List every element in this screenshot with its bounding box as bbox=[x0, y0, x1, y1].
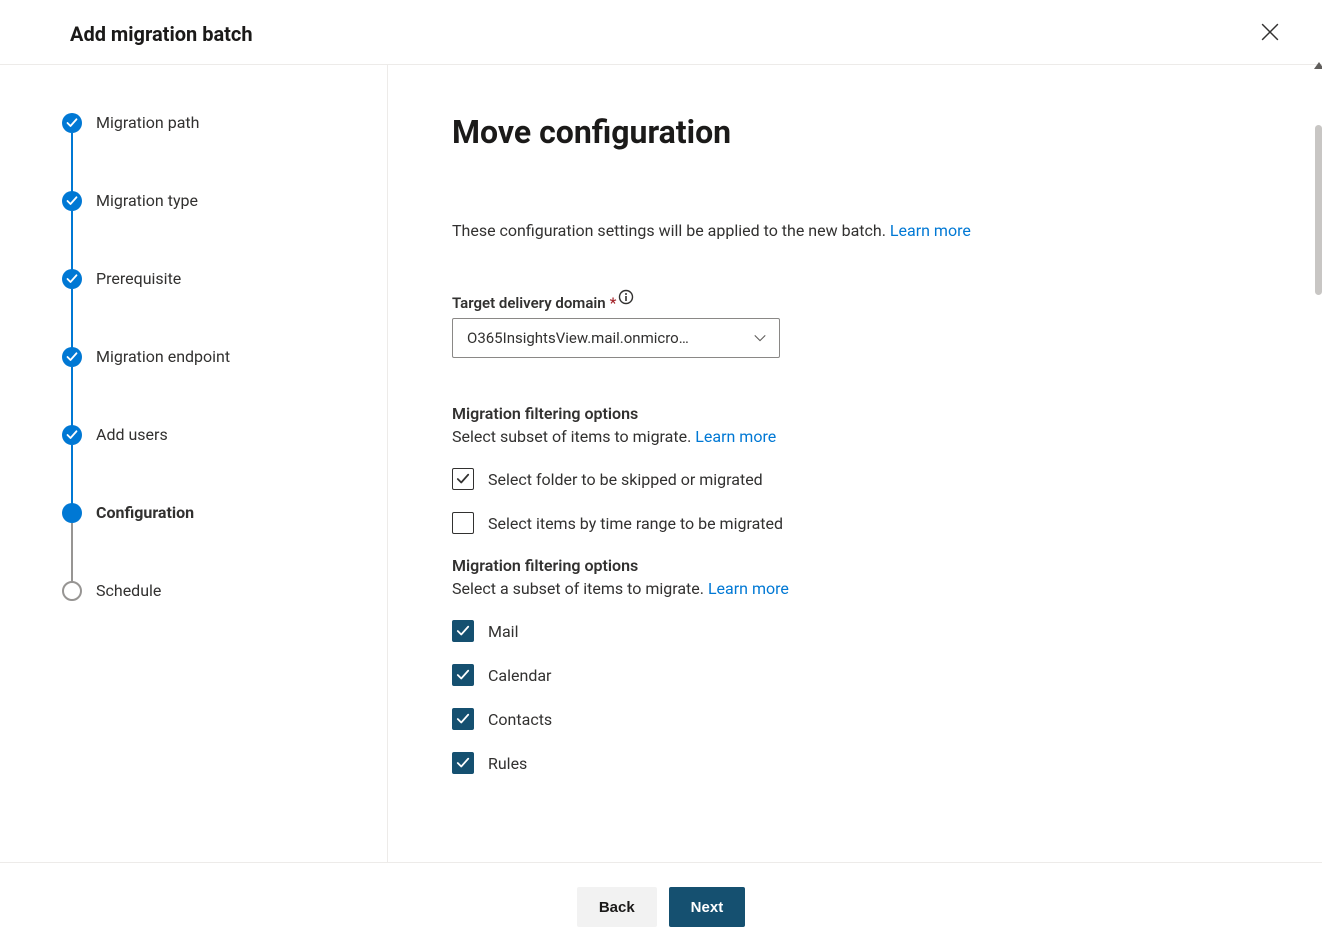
wizard-step-migration-endpoint[interactable]: Migration endpoint bbox=[62, 347, 387, 425]
wizard-step-label: Migration endpoint bbox=[96, 347, 230, 366]
checkbox-calendar[interactable]: Calendar bbox=[452, 664, 1262, 686]
checkbox-label: Select folder to be skipped or migrated bbox=[488, 470, 763, 489]
learn-more-link[interactable]: Learn more bbox=[890, 221, 971, 240]
check-icon bbox=[62, 113, 82, 133]
checkbox-select-folder[interactable]: Select folder to be skipped or migrated bbox=[452, 468, 1262, 490]
checkbox-label: Contacts bbox=[488, 710, 552, 729]
checkbox-icon bbox=[452, 752, 474, 774]
checkbox-icon bbox=[452, 664, 474, 686]
close-icon bbox=[1261, 23, 1279, 41]
intro-text: These configuration settings will be app… bbox=[452, 221, 1262, 240]
required-asterisk: * bbox=[610, 294, 617, 312]
checkbox-label: Select items by time range to be migrate… bbox=[488, 514, 783, 533]
filtering-options-subtitle-2: Select a subset of items to migrate. Lea… bbox=[452, 579, 1262, 598]
check-icon bbox=[62, 269, 82, 289]
panel-title: Add migration batch bbox=[70, 22, 253, 46]
checkbox-icon bbox=[452, 708, 474, 730]
checkbox-icon bbox=[452, 620, 474, 642]
chevron-down-icon bbox=[753, 331, 767, 345]
filtering-options-subtitle: Select subset of items to migrate. Learn… bbox=[452, 427, 1262, 446]
learn-more-link[interactable]: Learn more bbox=[695, 427, 776, 446]
checkbox-mail[interactable]: Mail bbox=[452, 620, 1262, 642]
wizard-step-label: Migration type bbox=[96, 191, 198, 210]
check-icon bbox=[62, 425, 82, 445]
filtering-options-title: Migration filtering options bbox=[452, 404, 1262, 423]
learn-more-link[interactable]: Learn more bbox=[708, 579, 789, 598]
wizard-sidebar: Migration path Migration type Prerequisi… bbox=[0, 65, 388, 862]
target-domain-dropdown[interactable]: O365InsightsView.mail.onmicro… bbox=[452, 318, 780, 358]
wizard-step-label: Schedule bbox=[96, 581, 161, 600]
filtering-options-title-2: Migration filtering options bbox=[452, 556, 1262, 575]
check-icon bbox=[62, 347, 82, 367]
wizard-step-schedule[interactable]: Schedule bbox=[62, 581, 387, 601]
checkbox-label: Calendar bbox=[488, 666, 551, 685]
checkbox-select-timerange[interactable]: Select items by time range to be migrate… bbox=[452, 512, 1262, 534]
wizard-step-label: Configuration bbox=[96, 503, 194, 522]
wizard-step-label: Migration path bbox=[96, 113, 199, 132]
checkbox-label: Rules bbox=[488, 754, 527, 773]
wizard-step-label: Prerequisite bbox=[96, 269, 181, 288]
current-step-icon bbox=[62, 503, 82, 523]
checkbox-rules[interactable]: Rules bbox=[452, 752, 1262, 774]
page-heading: Move configuration bbox=[452, 113, 1262, 151]
wizard-step-migration-path[interactable]: Migration path bbox=[62, 113, 387, 191]
checkbox-contacts[interactable]: Contacts bbox=[452, 708, 1262, 730]
filtering-options-subtitle-2-text: Select a subset of items to migrate. bbox=[452, 579, 708, 598]
filtering-options-subtitle-text: Select subset of items to migrate. bbox=[452, 427, 695, 446]
wizard-step-migration-type[interactable]: Migration type bbox=[62, 191, 387, 269]
wizard-step-prerequisite[interactable]: Prerequisite bbox=[62, 269, 387, 347]
target-domain-label: Target delivery domain * bbox=[452, 294, 1262, 312]
back-button[interactable]: Back bbox=[577, 887, 657, 927]
check-icon bbox=[62, 191, 82, 211]
checkbox-icon bbox=[452, 512, 474, 534]
checkbox-icon bbox=[452, 468, 474, 490]
panel-footer: Back Next bbox=[0, 862, 1322, 951]
close-button[interactable] bbox=[1254, 16, 1286, 48]
target-domain-value: O365InsightsView.mail.onmicro… bbox=[467, 329, 689, 347]
main-content: Move configuration These configuration s… bbox=[388, 65, 1322, 862]
checkbox-label: Mail bbox=[488, 622, 518, 641]
intro-plain: These configuration settings will be app… bbox=[452, 221, 890, 240]
wizard-step-label: Add users bbox=[96, 425, 168, 444]
target-domain-label-text: Target delivery domain bbox=[452, 294, 606, 312]
next-button[interactable]: Next bbox=[669, 887, 746, 927]
panel-header: Add migration batch bbox=[0, 0, 1322, 65]
wizard-step-configuration[interactable]: Configuration bbox=[62, 503, 387, 581]
pending-step-icon bbox=[62, 581, 82, 601]
info-icon[interactable] bbox=[618, 289, 634, 305]
scrollbar-thumb[interactable] bbox=[1315, 125, 1322, 295]
wizard-step-add-users[interactable]: Add users bbox=[62, 425, 387, 503]
